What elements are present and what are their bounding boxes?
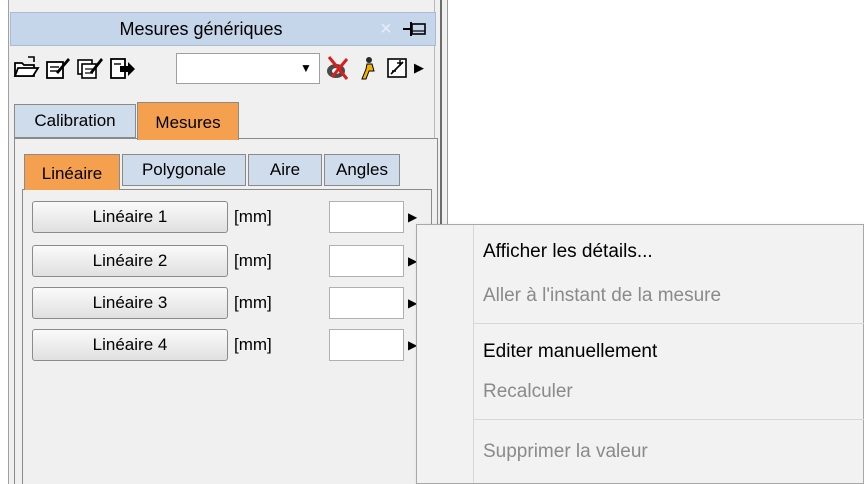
- run-icon[interactable]: [354, 54, 382, 82]
- value-field[interactable]: [329, 201, 404, 233]
- hide-icon[interactable]: [324, 54, 352, 82]
- open-folder-icon[interactable]: [12, 54, 40, 82]
- value-field[interactable]: [329, 245, 404, 277]
- tab-calibration[interactable]: Calibration: [14, 104, 136, 138]
- panel-title: Mesures génériques: [119, 19, 283, 39]
- measure-set-dropdown[interactable]: ▼: [176, 53, 320, 84]
- pin-icon[interactable]: [401, 13, 431, 45]
- unit-label: [mm]: [234, 335, 272, 354]
- subtab-angles[interactable]: Angles: [324, 154, 400, 186]
- edit-all-icon[interactable]: [76, 54, 104, 82]
- edit-icon[interactable]: [44, 54, 72, 82]
- value-field[interactable]: [329, 329, 404, 361]
- value-field[interactable]: [329, 287, 404, 319]
- unit-label: [mm]: [234, 251, 272, 270]
- lineaire-4-button[interactable]: Linéaire 4: [32, 329, 228, 361]
- chevron-down-icon[interactable]: ▼: [297, 54, 315, 83]
- close-icon[interactable]: ×: [375, 13, 397, 45]
- unit-label: [mm]: [234, 293, 272, 312]
- lineaire-3-button[interactable]: Linéaire 3: [32, 287, 228, 319]
- tab-mesures[interactable]: Mesures: [137, 102, 239, 140]
- menu-item-aller-instant[interactable]: Aller à l'instant de la mesure: [483, 281, 721, 311]
- subtab-lineaire[interactable]: Linéaire: [24, 154, 120, 190]
- menu-item-editer-manuellement[interactable]: Editer manuellement: [483, 337, 657, 367]
- unit-label: [mm]: [234, 207, 272, 226]
- menu-separator: [473, 419, 864, 420]
- add-measure-icon[interactable]: [384, 54, 412, 82]
- menu-icon-gutter: [473, 225, 474, 483]
- menu-item-afficher-details[interactable]: Afficher les détails...: [483, 237, 653, 267]
- menu-item-recalculer[interactable]: Recalculer: [483, 377, 573, 407]
- subtab-aire[interactable]: Aire: [248, 154, 322, 186]
- menu-item-supprimer-valeur[interactable]: Supprimer la valeur: [483, 437, 648, 467]
- more-icon[interactable]: ▶: [414, 54, 428, 82]
- lineaire-2-button[interactable]: Linéaire 2: [32, 245, 228, 277]
- panel-titlebar: Mesures génériques ×: [10, 12, 436, 46]
- lineaire-1-button[interactable]: Linéaire 1: [32, 201, 228, 233]
- subtab-polygonale[interactable]: Polygonale: [122, 154, 246, 186]
- context-menu: Afficher les détails... Aller à l'instan…: [416, 224, 864, 484]
- export-icon[interactable]: [108, 54, 136, 82]
- menu-separator: [473, 323, 864, 324]
